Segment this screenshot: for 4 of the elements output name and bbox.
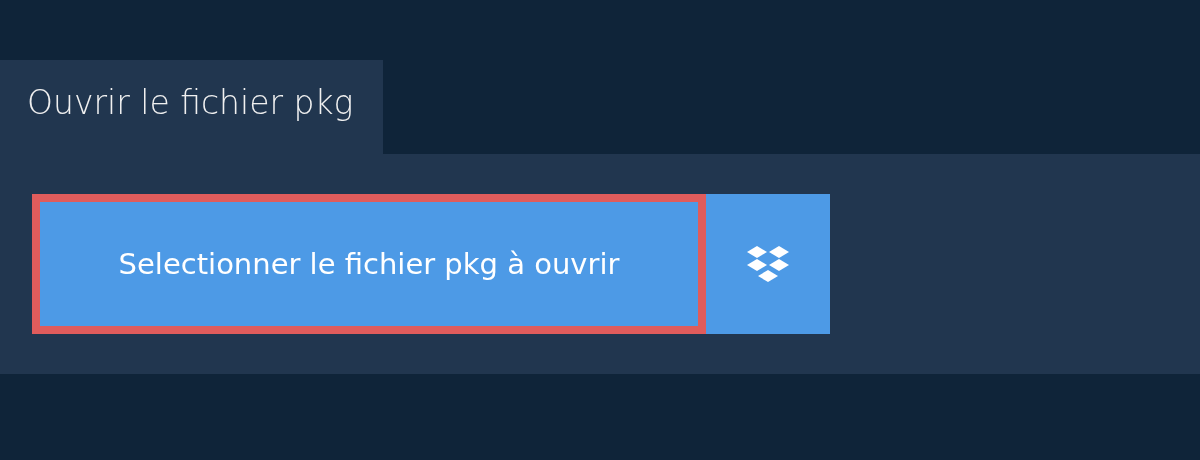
dropbox-button[interactable] xyxy=(706,194,830,334)
select-file-button[interactable]: Selectionner le fichier pkg à ouvrir xyxy=(32,194,706,334)
page-title: Ouvrir le fichier pkg xyxy=(0,60,384,154)
dropbox-icon xyxy=(747,246,789,282)
